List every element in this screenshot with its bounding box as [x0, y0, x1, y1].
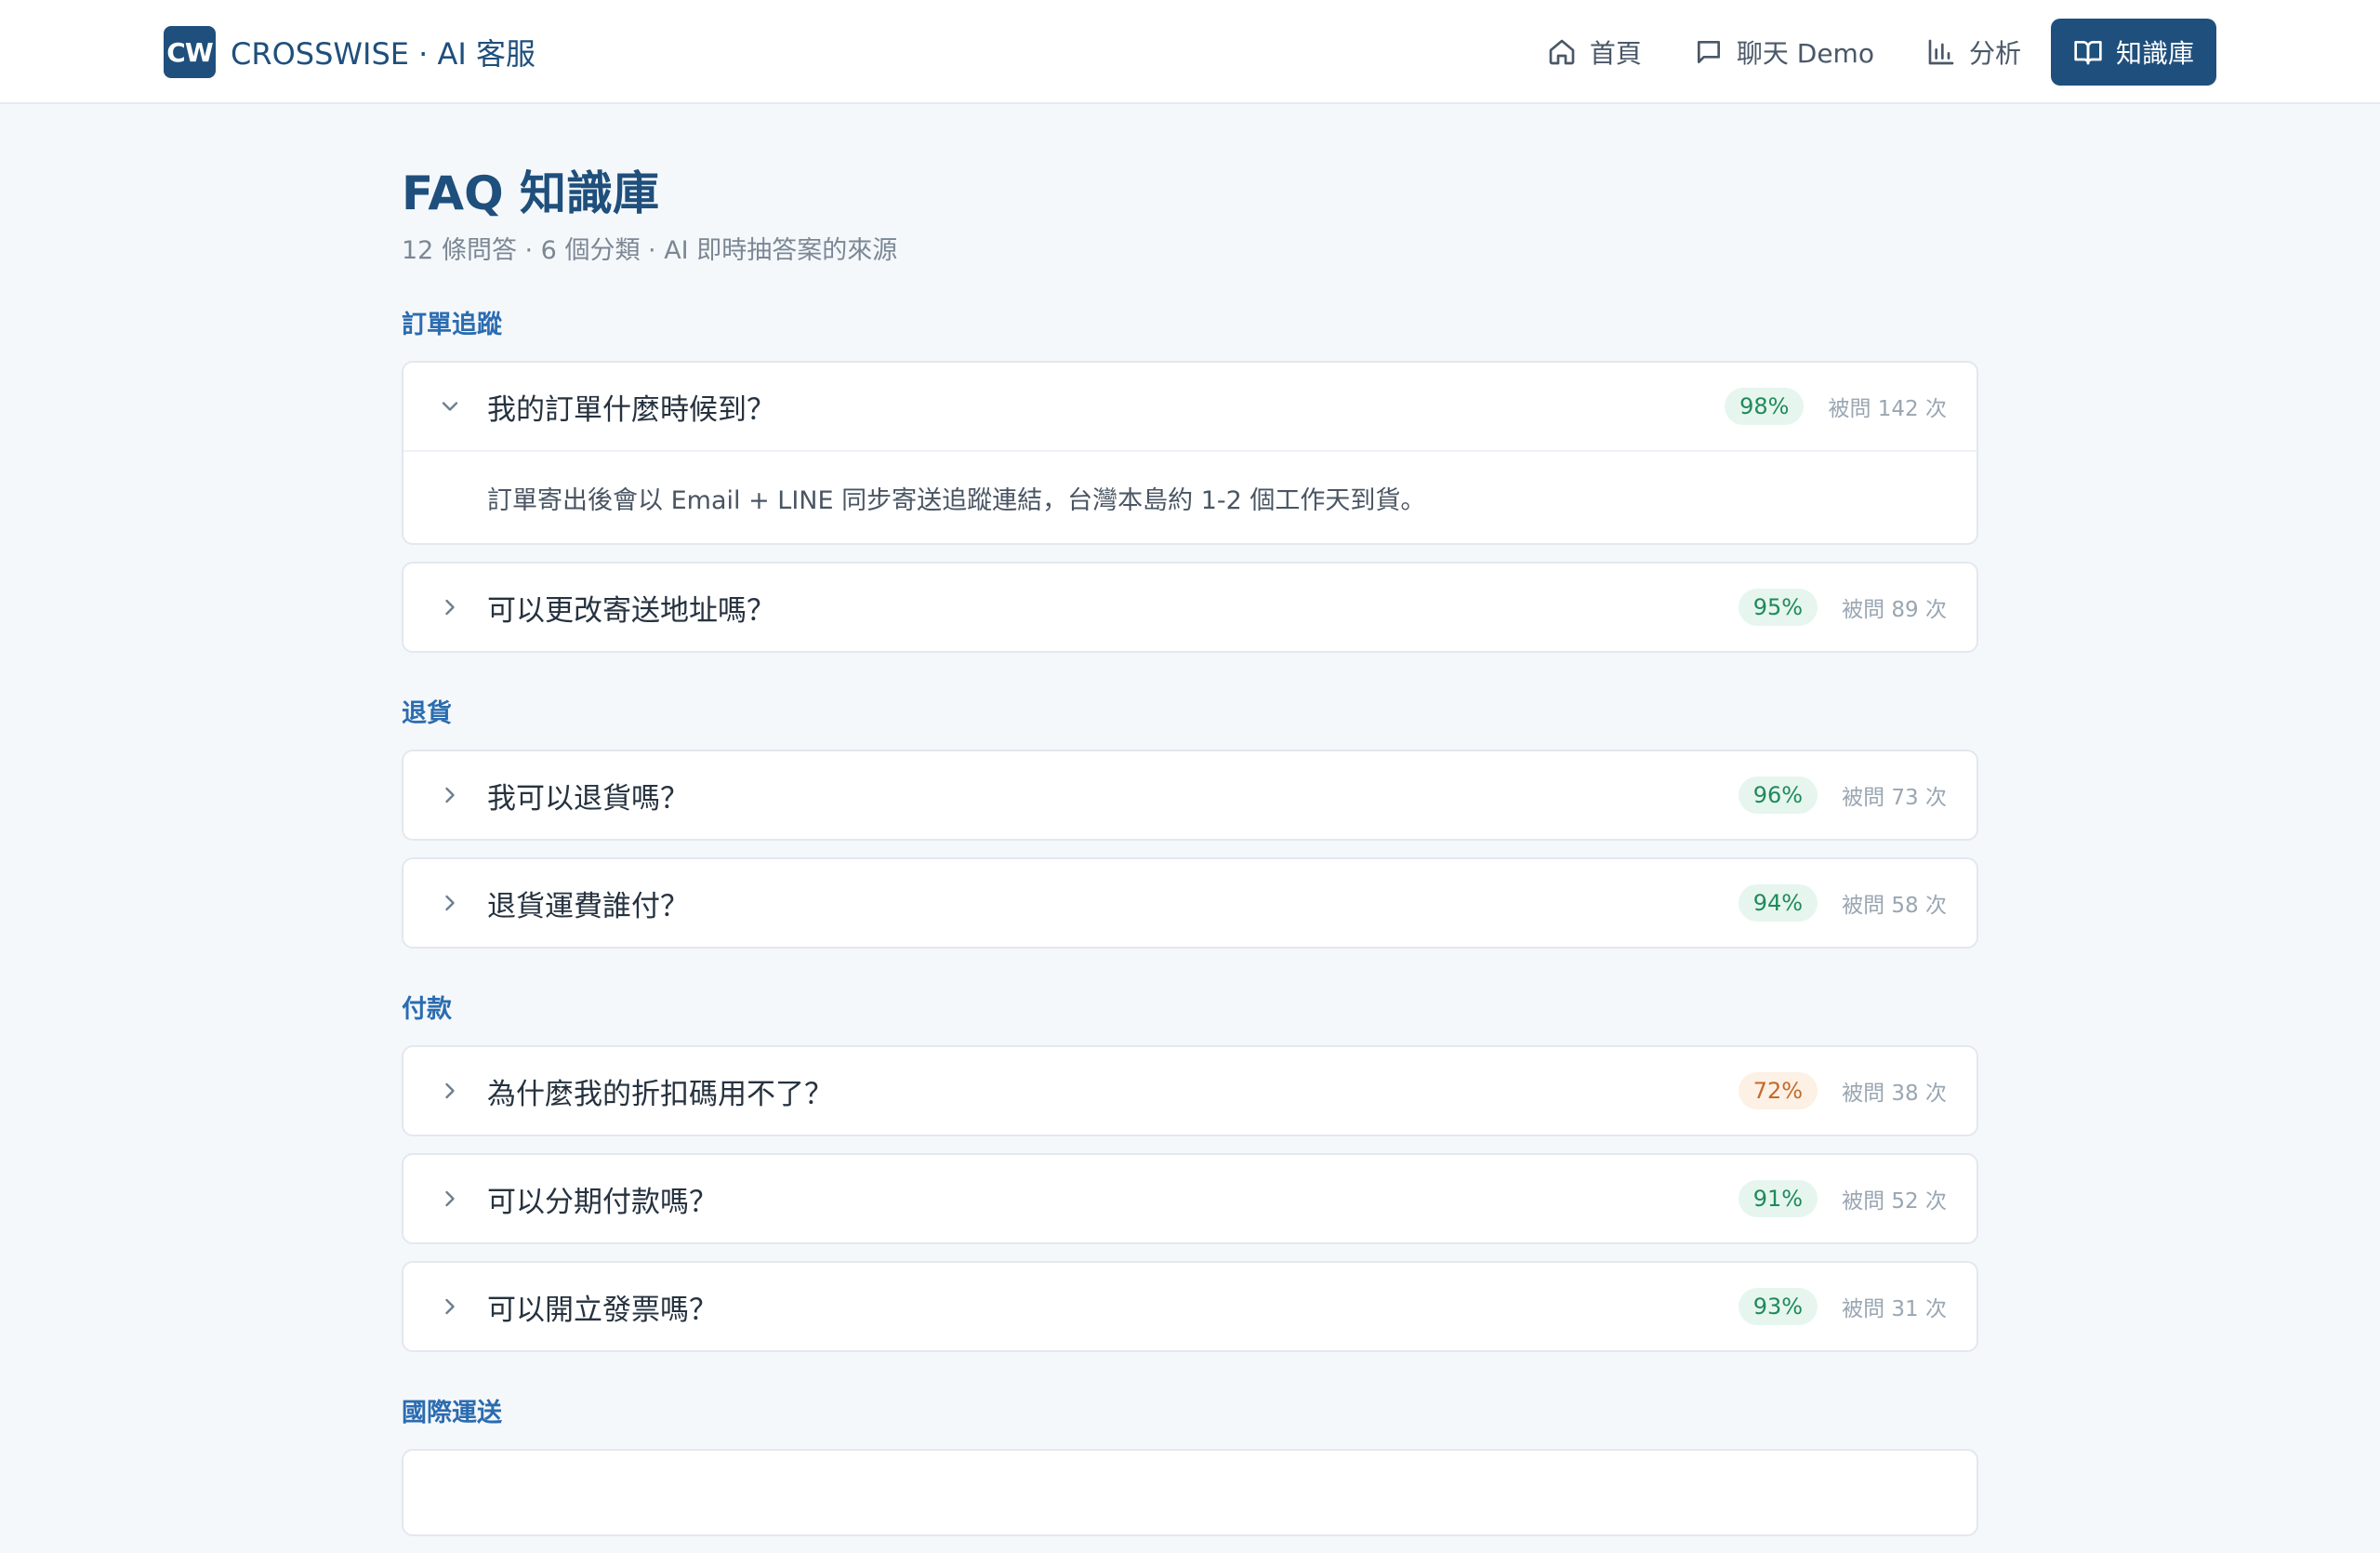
faq-toggle[interactable]: 我的訂單什麼時候到？ 98% 被問 142 次 [403, 363, 1977, 450]
brand-logo: CW [164, 26, 216, 78]
asked-count: 被問 52 次 [1842, 1189, 1947, 1214]
category-label: 退貨 [402, 699, 452, 728]
asked-count: 被問 142 次 [1828, 397, 1947, 421]
faq-toggle[interactable]: 退貨運費誰付？ 94% 被問 58 次 [403, 859, 1977, 947]
nav-item-label: 首頁 [1589, 38, 1642, 69]
bar-chart-icon [1928, 39, 1954, 65]
nav-item-home[interactable]: 首頁 [1525, 19, 1664, 86]
confidence-badge: 98% [1725, 388, 1805, 425]
faq-category-returns: 退貨 我可以退貨嗎？ 96% 被問 73 次 退貨運費誰付？ 94% 被問 58… [402, 697, 1978, 949]
home-icon [1549, 39, 1575, 65]
page-subtitle: 12 條問答 · 6 個分類 · AI 即時抽答案的來源 [402, 236, 898, 265]
chevron-right-icon [435, 592, 465, 622]
faq-item[interactable] [402, 1449, 1978, 1536]
chevron-right-icon [435, 888, 465, 918]
faq-question: 可以更改寄送地址嗎？ [487, 593, 775, 628]
asked-count: 被問 38 次 [1842, 1082, 1947, 1106]
faq-category-payment: 付款 為什麼我的折扣碼用不了？ 72% 被問 38 次 可以分期付款嗎？ 91%… [402, 993, 1978, 1352]
faq-answer: 訂單寄出後會以 Email + LINE 同步寄送追蹤連結，台灣本島約 1-2 … [403, 450, 1977, 543]
confidence-badge: 95% [1738, 589, 1818, 626]
confidence-badge: 91% [1738, 1180, 1818, 1217]
faq-item: 可以開立發票嗎？ 93% 被問 31 次 [402, 1261, 1978, 1352]
faq-toggle[interactable]: 可以開立發票嗎？ 93% 被問 31 次 [403, 1263, 1977, 1350]
main-nav: 首頁 聊天 Demo 分析 知識庫 [1517, 19, 2216, 86]
faq-item: 可以更改寄送地址嗎？ 95% 被問 89 次 [402, 562, 1978, 653]
faq-toggle[interactable]: 可以分期付款嗎？ 91% 被問 52 次 [403, 1155, 1977, 1242]
book-icon [2074, 41, 2102, 65]
faq-category-international-shipping: 國際運送 [402, 1397, 1978, 1536]
confidence-badge: 72% [1738, 1072, 1818, 1109]
nav-item-knowledge-base[interactable]: 知識庫 [2050, 19, 2216, 86]
faq-item: 我可以退貨嗎？ 96% 被問 73 次 [402, 750, 1978, 841]
nav-item-label: 聊天 Demo [1736, 38, 1874, 69]
faq-category-order-tracking: 訂單追蹤 我的訂單什麼時候到？ 98% 被問 142 次 訂單寄出後會以 Ema… [402, 309, 1978, 653]
nav-item-label: 知識庫 [2115, 38, 2194, 69]
chevron-right-icon [435, 780, 465, 810]
faq-question: 退貨運費誰付？ [487, 889, 689, 923]
asked-count: 被問 58 次 [1842, 894, 1947, 918]
faq-item: 可以分期付款嗎？ 91% 被問 52 次 [402, 1153, 1978, 1244]
faq-toggle[interactable]: 可以更改寄送地址嗎？ 95% 被問 89 次 [403, 564, 1977, 651]
faq-page: FAQ 知識庫 12 條問答 · 6 個分類 · AI 即時抽答案的來源 訂單追… [402, 104, 1978, 1553]
faq-question: 可以分期付款嗎？ [487, 1185, 718, 1219]
category-label: 付款 [402, 995, 452, 1024]
faq-item: 我的訂單什麼時候到？ 98% 被問 142 次 訂單寄出後會以 Email + … [402, 361, 1978, 545]
faq-question: 為什麼我的折扣碼用不了？ [487, 1077, 833, 1111]
chevron-down-icon [435, 392, 465, 421]
faq-item: 退貨運費誰付？ 94% 被問 58 次 [402, 857, 1978, 949]
faq-question: 我可以退貨嗎？ [487, 781, 689, 816]
brand[interactable]: CW CROSSWISE · AI 客服 [164, 26, 536, 78]
category-label: 國際運送 [402, 1399, 502, 1427]
nav-item-analytics[interactable]: 分析 [1904, 19, 2043, 86]
faq-question: 可以開立發票嗎？ [487, 1293, 718, 1327]
chevron-right-icon [435, 1184, 465, 1214]
asked-count: 被問 89 次 [1842, 598, 1947, 622]
faq-item: 為什麼我的折扣碼用不了？ 72% 被問 38 次 [402, 1045, 1978, 1136]
top-navigation-bar: CW CROSSWISE · AI 客服 首頁 聊天 Demo 分析 知識庫 [0, 0, 2380, 104]
category-label: 訂單追蹤 [402, 311, 502, 339]
chevron-right-icon [435, 1292, 465, 1321]
asked-count: 被問 73 次 [1842, 786, 1947, 810]
chat-icon [1697, 41, 1720, 63]
chevron-right-icon [435, 1076, 465, 1106]
confidence-badge: 96% [1738, 776, 1818, 814]
nav-item-chat-demo[interactable]: 聊天 Demo [1672, 19, 1897, 86]
nav-item-label: 分析 [1968, 38, 2021, 69]
confidence-badge: 94% [1738, 884, 1818, 922]
page-title: FAQ 知識庫 [402, 166, 660, 220]
asked-count: 被問 31 次 [1842, 1297, 1947, 1321]
brand-name: CROSSWISE · AI 客服 [231, 36, 536, 72]
confidence-badge: 93% [1738, 1288, 1818, 1325]
faq-toggle[interactable]: 我可以退貨嗎？ 96% 被問 73 次 [403, 751, 1977, 839]
faq-toggle[interactable]: 為什麼我的折扣碼用不了？ 72% 被問 38 次 [403, 1047, 1977, 1135]
faq-question: 我的訂單什麼時候到？ [487, 392, 775, 427]
